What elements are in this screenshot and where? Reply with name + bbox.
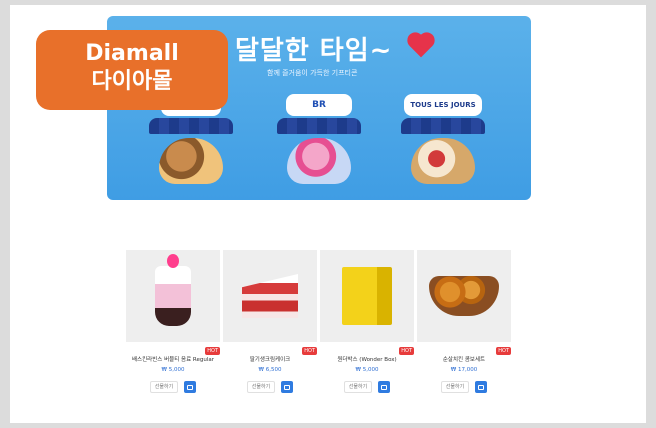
cart-icon — [284, 384, 290, 390]
brand-sign: BR — [286, 94, 352, 116]
product-price: ₩ 17,000 — [450, 367, 478, 373]
product-price: ₩ 5,000 — [355, 367, 379, 373]
gift-button[interactable]: 선물하기 — [344, 381, 372, 393]
banner-title: 달달한 타임~ — [235, 36, 393, 66]
gift-button[interactable]: 선물하기 — [247, 381, 275, 393]
product-actions: 선물하기 — [223, 381, 317, 393]
product-card[interactable]: HOT 배스킨라빈스 버블티 음료 Regular ₩ 5,000 선물하기 — [126, 250, 220, 393]
product-price: ₩ 5,000 — [161, 367, 185, 373]
product-actions: 선물하기 — [417, 381, 511, 393]
product-name[interactable]: 순살치킨 콤보세트 — [417, 355, 511, 363]
product-name[interactable]: 딸기생크림케이크 — [223, 355, 317, 363]
gift-button[interactable]: 선물하기 — [441, 381, 469, 393]
product-thumbnail[interactable] — [417, 250, 511, 342]
drink-image — [155, 254, 191, 326]
product-price: ₩ 6,500 — [258, 367, 282, 373]
food-image — [159, 138, 223, 184]
product-name[interactable]: 원더박스 (Wonder Box) — [320, 355, 414, 363]
hot-badge: HOT — [302, 347, 317, 355]
brand-sign: TOUS LES JOURS — [404, 94, 482, 116]
awning — [277, 118, 361, 134]
cart-icon — [187, 384, 193, 390]
heart-icon — [409, 34, 433, 58]
brand-baskin-robbins[interactable]: BR — [275, 94, 363, 184]
cart-button[interactable] — [281, 381, 293, 393]
awning — [401, 118, 485, 134]
product-actions: 선물하기 — [320, 381, 414, 393]
cart-icon — [478, 384, 484, 390]
carousel-dots[interactable] — [307, 190, 331, 196]
chicken-image — [429, 276, 499, 316]
diamall-label-ko: 다이아몰 — [91, 69, 173, 94]
product-card[interactable]: HOT 딸기생크림케이크 ₩ 6,500 선물하기 — [223, 250, 317, 393]
product-thumbnail[interactable] — [126, 250, 220, 342]
brand-tous-les-jours[interactable]: TOUS LES JOURS — [399, 94, 487, 184]
product-thumbnail[interactable] — [223, 250, 317, 342]
banner-subtitle: 함께 즐거움이 가득한 기프티콘 — [267, 69, 358, 77]
product-card[interactable]: HOT 순살치킨 콤보세트 ₩ 17,000 선물하기 — [417, 250, 511, 393]
food-image — [287, 138, 351, 184]
cake-image — [242, 274, 298, 318]
cart-button[interactable] — [184, 381, 196, 393]
hot-badge: HOT — [496, 347, 511, 355]
cart-icon — [381, 384, 387, 390]
product-name[interactable]: 배스킨라빈스 버블티 음료 Regular — [126, 355, 220, 363]
diamall-label-en: Diamall — [85, 41, 179, 66]
gift-box-image — [342, 267, 392, 325]
hot-badge: HOT — [205, 347, 220, 355]
product-card[interactable]: HOT 원더박스 (Wonder Box) ₩ 5,000 선물하기 — [320, 250, 414, 393]
cart-button[interactable] — [475, 381, 487, 393]
awning — [149, 118, 233, 134]
diamall-label: Diamall 다이아몰 — [36, 30, 228, 110]
cart-button[interactable] — [378, 381, 390, 393]
gift-button[interactable]: 선물하기 — [150, 381, 178, 393]
product-thumbnail[interactable] — [320, 250, 414, 342]
hot-badge: HOT — [399, 347, 414, 355]
product-actions: 선물하기 — [126, 381, 220, 393]
food-image — [411, 138, 475, 184]
